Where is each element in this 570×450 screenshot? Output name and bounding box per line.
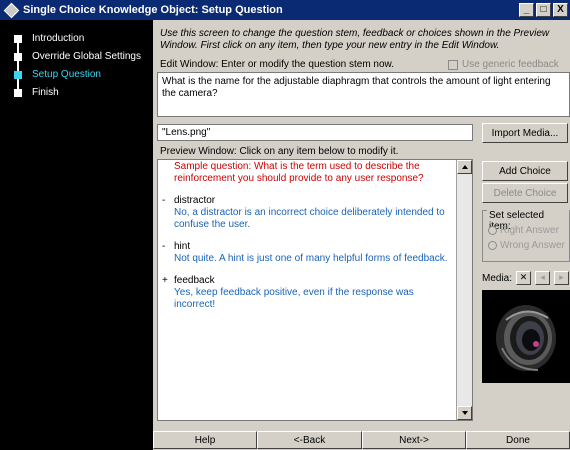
preview-content: Sample question: What is the term used t… (158, 160, 456, 420)
camera-lens-image (482, 290, 570, 383)
choice-item[interactable]: + feedback Yes, keep feedback positive, e… (162, 275, 452, 311)
help-button[interactable]: Help (153, 431, 257, 449)
step-label: Override Global Settings (32, 51, 141, 62)
set-selected-item-group: Set selected item: Right Answer Wrong An… (482, 210, 570, 262)
app-icon (3, 2, 20, 18)
preview-scrollbar[interactable] (456, 160, 472, 420)
maximize-button[interactable]: □ (536, 3, 551, 17)
radio-icon (488, 241, 497, 250)
step-label: Introduction (32, 33, 85, 44)
step-label: Finish (32, 87, 59, 98)
step-sidebar: Introduction Override Global Settings Se… (0, 20, 153, 450)
add-choice-button[interactable]: Add Choice (482, 161, 568, 181)
choice-label: distractor (174, 195, 216, 206)
wrong-answer-label: Wrong Answer (500, 240, 565, 251)
edit-window-label: Edit Window: Enter or modify the questio… (160, 59, 394, 70)
preview-window[interactable]: Sample question: What is the term used t… (157, 159, 473, 421)
main-panel: Use this screen to change the question s… (153, 20, 570, 430)
edit-window-field[interactable]: What is the name for the adjustable diap… (157, 72, 570, 117)
step-marker (14, 52, 22, 61)
media-next-button[interactable]: ▸ (554, 271, 570, 285)
step-finish[interactable]: Finish (14, 87, 59, 98)
media-controls: Media: ✕ ◂ ▸ (482, 271, 570, 285)
instructions: Use this screen to change the question s… (160, 28, 550, 51)
window-title: Single Choice Knowledge Object: Setup Qu… (23, 4, 283, 16)
import-media-button[interactable]: Import Media... (482, 123, 568, 143)
step-marker (14, 34, 22, 43)
step-label: Setup Question (32, 69, 101, 80)
media-thumbnail (482, 290, 570, 383)
media-prev-icon: ◂ (540, 272, 545, 282)
scroll-down-button[interactable] (457, 406, 472, 420)
sample-question[interactable]: Sample question: What is the term used t… (162, 161, 452, 185)
wrong-answer-radio[interactable]: Wrong Answer (488, 240, 565, 251)
step-override-global-settings[interactable]: Override Global Settings (14, 51, 141, 62)
choice-item[interactable]: - hint Not quite. A hint is just one of m… (162, 241, 452, 265)
generic-feedback-checkbox[interactable] (448, 59, 458, 70)
remove-media-button[interactable]: ✕ (516, 271, 532, 285)
media-file-field[interactable]: "Lens.png" (157, 124, 473, 141)
done-button[interactable]: Done (466, 431, 570, 449)
radio-icon (488, 226, 497, 235)
choice-feedback: Not quite. A hint is just one of many he… (174, 253, 448, 264)
choice-item[interactable]: - distractor No, a distractor is an incor… (162, 195, 452, 231)
step-marker (14, 88, 22, 97)
remove-media-icon: ✕ (519, 272, 528, 282)
choice-feedback: No, a distractor is an incorrect choice … (174, 207, 445, 230)
minimize-button[interactable]: _ (519, 3, 534, 17)
choice-mark: - (162, 241, 166, 252)
step-marker (14, 70, 22, 79)
bottom-nav: Help <-Back Next-> Done (153, 430, 570, 450)
right-answer-label: Right Answer (500, 225, 559, 236)
back-button[interactable]: <-Back (257, 431, 362, 449)
delete-choice-button[interactable]: Delete Choice (482, 183, 568, 203)
choice-label: hint (174, 241, 191, 252)
scroll-up-button[interactable] (457, 160, 472, 174)
choice-label: feedback (174, 275, 215, 286)
generic-feedback-toggle[interactable]: Use generic feedback (448, 59, 559, 70)
choice-mark: + (162, 275, 168, 286)
choice-feedback: Yes, keep feedback positive, even if the… (174, 287, 414, 310)
title-bar: Single Choice Knowledge Object: Setup Qu… (0, 0, 570, 20)
close-button[interactable]: X (553, 3, 568, 17)
arrow-up-icon (462, 165, 468, 169)
media-prev-button[interactable]: ◂ (535, 271, 551, 285)
media-label: Media: (482, 272, 513, 284)
arrow-down-icon (462, 411, 468, 415)
preview-window-label: Preview Window: Click on any item below … (160, 146, 399, 157)
next-button[interactable]: Next-> (362, 431, 466, 449)
step-setup-question[interactable]: Setup Question (14, 69, 101, 80)
right-answer-radio[interactable]: Right Answer (488, 225, 559, 236)
generic-feedback-label: Use generic feedback (462, 59, 559, 70)
step-introduction[interactable]: Introduction (14, 33, 84, 44)
media-next-icon: ▸ (559, 272, 564, 282)
choice-mark: - (162, 195, 166, 206)
